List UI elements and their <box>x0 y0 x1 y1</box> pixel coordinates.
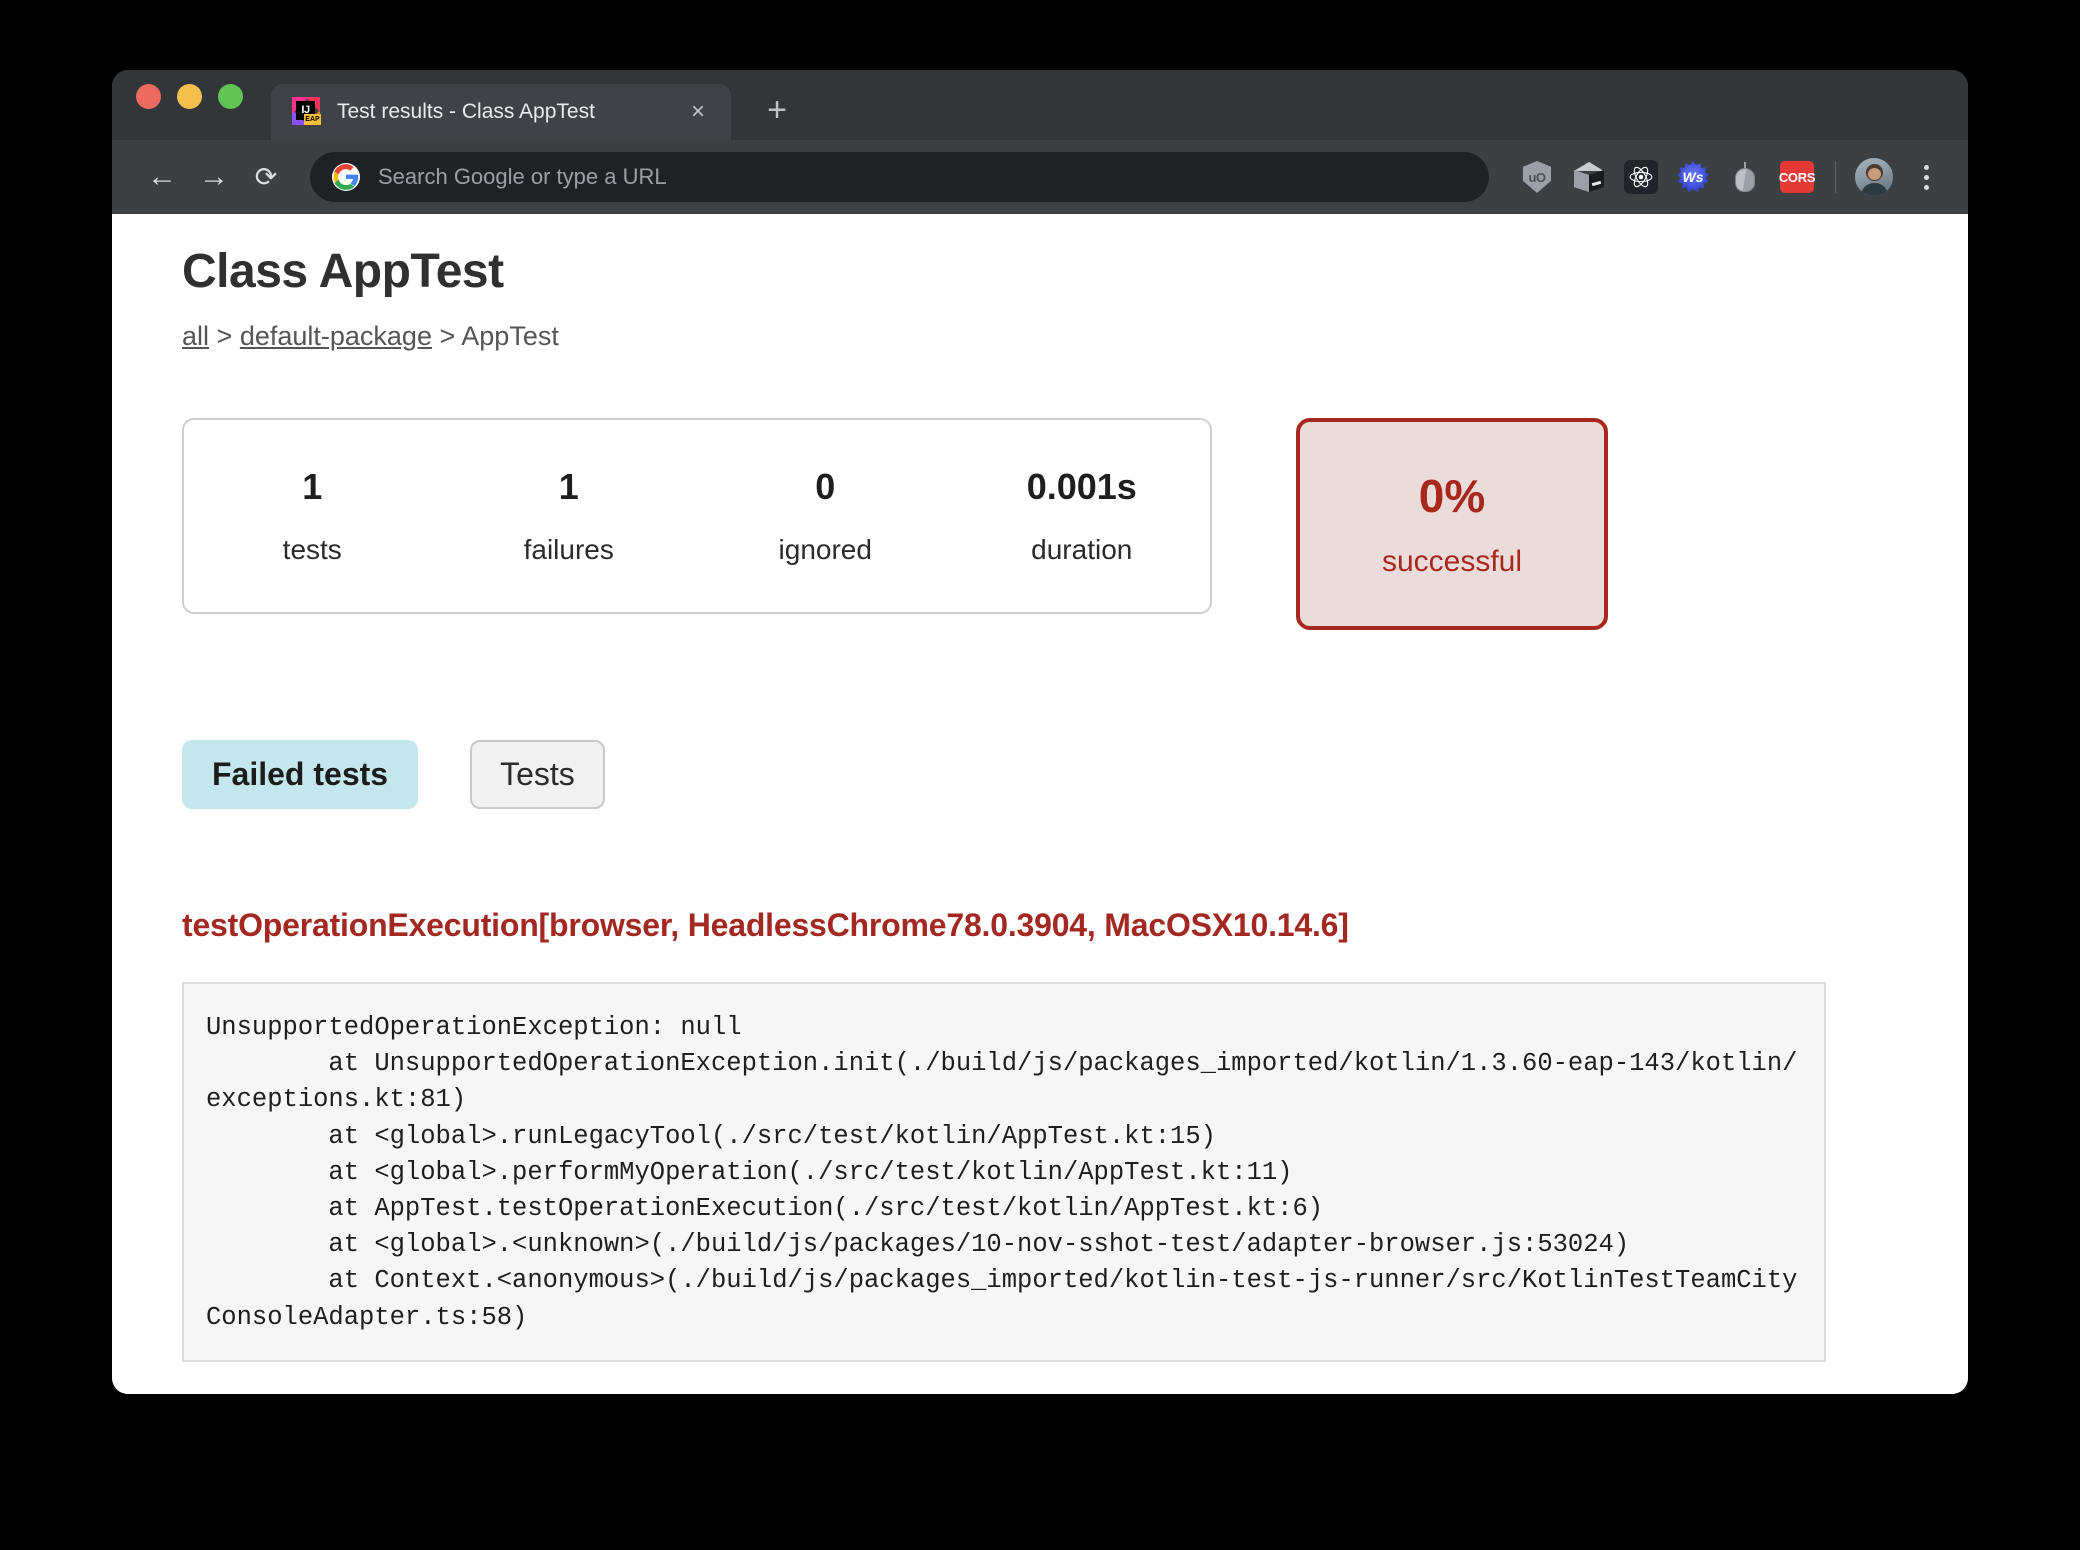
summary-row: 1 tests 1 failures 0 ignored 0.001s dura… <box>182 418 1898 630</box>
ws-starburst-glyph: Ws <box>1677 161 1709 193</box>
mouse-extension-icon[interactable] <box>1719 151 1771 203</box>
browser-window: IJ EAP Test results - Class AppTest × + … <box>112 70 1968 1394</box>
window-traffic-lights <box>136 70 243 140</box>
stat-failures-value: 1 <box>558 466 579 507</box>
stacktrace-text: UnsupportedOperationException: null at U… <box>206 1013 1798 1332</box>
stat-ignored-label: ignored <box>778 534 872 565</box>
extension-icons: uO Ws CORS <box>1511 151 1948 203</box>
breadcrumb-link-all[interactable]: all <box>182 321 209 351</box>
breadcrumb-link-default-package[interactable]: default-package <box>240 321 432 351</box>
stat-duration-label: duration <box>1031 534 1133 565</box>
breadcrumb-separator: > <box>439 321 456 351</box>
tab-strip: IJ EAP Test results - Class AppTest × + <box>112 70 1968 140</box>
forward-button[interactable]: → <box>188 151 240 203</box>
stat-ignored: 0 ignored <box>697 466 954 566</box>
browser-tab[interactable]: IJ EAP Test results - Class AppTest × <box>271 84 731 140</box>
breadcrumb-current: AppTest <box>461 321 559 351</box>
stat-ignored-value: 0 <box>815 466 836 507</box>
stats-box: 1 tests 1 failures 0 ignored 0.001s dura… <box>182 418 1212 614</box>
success-rate-badge: 0% successful <box>1296 418 1608 630</box>
reload-button[interactable]: ⟳ <box>240 151 292 203</box>
close-tab-icon[interactable]: × <box>683 97 713 127</box>
google-g-icon <box>332 163 360 191</box>
stat-failures-label: failures <box>523 534 614 565</box>
stacktrace-box: UnsupportedOperationException: null at U… <box>182 982 1826 1362</box>
favicon-eap-badge: EAP <box>304 114 321 125</box>
ublock-origin-icon[interactable]: uO <box>1511 151 1563 203</box>
mouse-glyph <box>1735 162 1755 192</box>
stat-duration: 0.001s duration <box>954 466 1211 566</box>
stat-tests-value: 1 <box>302 466 323 507</box>
breadcrumb-separator: > <box>216 321 233 351</box>
cube-glyph <box>1574 162 1604 192</box>
stat-tests-label: tests <box>282 534 342 565</box>
page-viewport: Class AppTest all > default-package > Ap… <box>112 214 1968 1394</box>
stat-duration-value: 0.001s <box>1026 466 1137 507</box>
cors-extension-icon[interactable]: CORS <box>1771 151 1823 203</box>
success-rate-percent: 0% <box>1418 470 1486 522</box>
failed-test-name: testOperationExecution[browser, Headless… <box>182 907 1349 943</box>
close-window-button[interactable] <box>136 83 161 109</box>
browser-toolbar: ← → ⟳ Search Google or type a URL uO Ws … <box>112 140 1968 214</box>
toolbar-divider <box>1835 161 1836 193</box>
stat-tests: 1 tests <box>184 466 441 566</box>
success-rate-label: successful <box>1381 545 1523 578</box>
minimize-window-button[interactable] <box>177 83 202 109</box>
cube-extension-icon[interactable] <box>1563 151 1615 203</box>
chrome-menu-icon[interactable] <box>1904 151 1948 203</box>
stat-failures: 1 failures <box>441 466 698 566</box>
maximize-window-button[interactable] <box>218 83 243 109</box>
react-atom-glyph <box>1624 160 1658 194</box>
address-bar[interactable]: Search Google or type a URL <box>310 152 1489 202</box>
new-tab-button[interactable]: + <box>753 86 801 134</box>
address-bar-placeholder: Search Google or type a URL <box>378 164 667 189</box>
back-button[interactable]: ← <box>136 151 188 203</box>
page-title: Class AppTest <box>182 245 504 298</box>
test-report-page: Class AppTest all > default-package > Ap… <box>112 214 1968 1362</box>
intellij-idea-eap-icon: IJ EAP <box>291 97 321 127</box>
cors-glyph: CORS <box>1779 161 1815 193</box>
avatar[interactable] <box>1855 158 1893 196</box>
profile-avatar[interactable] <box>1848 151 1900 203</box>
breadcrumb: all > default-package > AppTest <box>182 321 1898 352</box>
ublock-shield-glyph: uO <box>1523 161 1551 193</box>
react-devtools-icon[interactable] <box>1615 151 1667 203</box>
ws-extension-icon[interactable]: Ws <box>1667 151 1719 203</box>
tab-failed-tests[interactable]: Failed tests <box>182 740 419 809</box>
report-tabs: Failed tests Tests <box>182 740 1898 809</box>
tab-tests[interactable]: Tests <box>470 740 605 809</box>
browser-tab-title: Test results - Class AppTest <box>337 100 595 123</box>
